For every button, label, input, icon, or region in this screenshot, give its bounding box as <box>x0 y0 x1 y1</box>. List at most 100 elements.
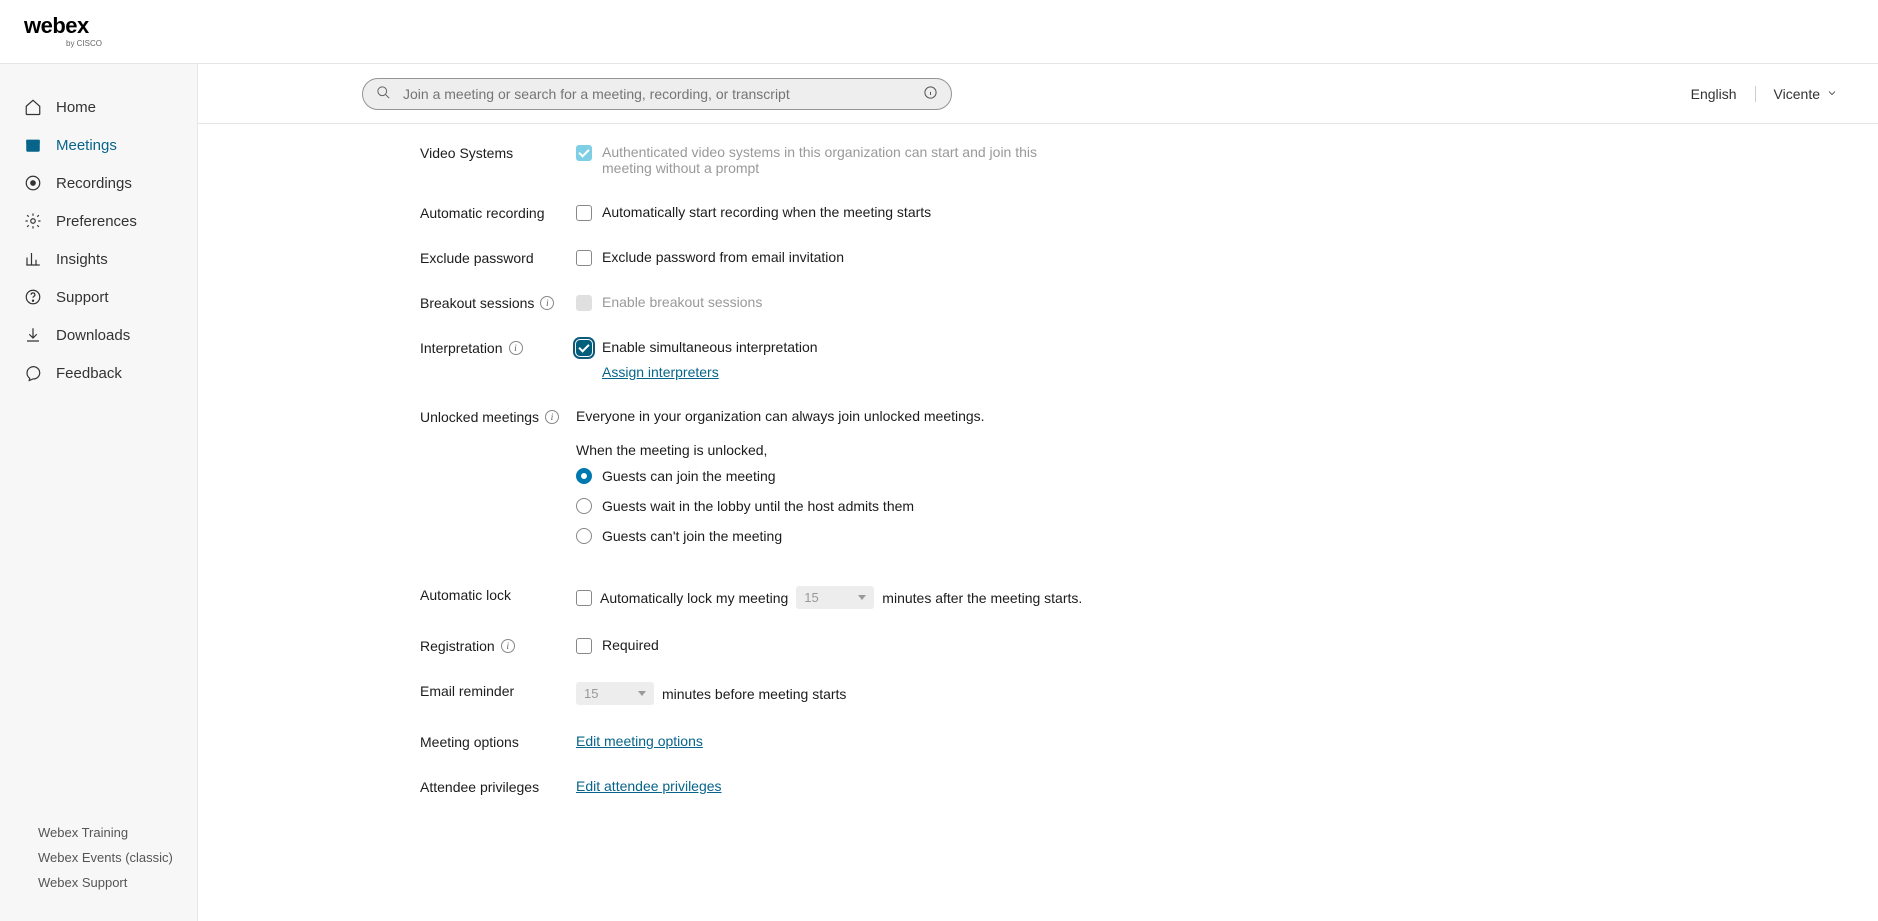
assign-interpreters-link[interactable]: Assign interpreters <box>602 364 719 380</box>
sidebar-footer: Webex Training Webex Events (classic) We… <box>0 808 197 921</box>
info-icon[interactable]: i <box>509 341 523 355</box>
sidebar-item-meetings[interactable]: Meetings <box>0 126 197 164</box>
radio-input <box>576 468 592 484</box>
sidebar-item-preferences[interactable]: Preferences <box>0 202 197 240</box>
setting-attendee-privileges: Attendee privileges Edit attendee privil… <box>420 778 1838 795</box>
label-registration: Registration i <box>420 637 576 654</box>
radio-guests-blocked[interactable]: Guests can't join the meeting <box>576 528 1838 544</box>
subheader-right: English Vicente <box>1691 86 1838 102</box>
chevron-down-icon <box>638 691 646 696</box>
checkbox-breakout <box>576 295 592 311</box>
sidebar-label: Meetings <box>56 137 117 154</box>
sidebar: Home Meetings Recordings Preferences <box>0 64 198 921</box>
info-icon[interactable]: i <box>540 296 554 310</box>
help-icon <box>24 288 42 306</box>
sidebar-nav: Home Meetings Recordings Preferences <box>0 64 197 808</box>
desc-exclude-password: Exclude password from email invitation <box>602 249 844 265</box>
search-container <box>362 78 952 110</box>
calendar-icon <box>24 136 42 154</box>
info-icon[interactable]: i <box>545 410 559 424</box>
radio-input <box>576 528 592 544</box>
setting-auto-lock: Automatic lock Automatically lock my mee… <box>420 586 1838 609</box>
setting-interpretation: Interpretation i Enable simultaneous int… <box>420 339 1838 380</box>
edit-meeting-options-link[interactable]: Edit meeting options <box>576 733 703 749</box>
auto-lock-minutes-select[interactable]: 15 <box>796 586 874 609</box>
sidebar-label: Insights <box>56 251 108 268</box>
chevron-down-icon <box>1826 86 1838 102</box>
label-email-reminder: Email reminder <box>420 682 576 699</box>
info-icon[interactable]: i <box>501 639 515 653</box>
footer-link-events[interactable]: Webex Events (classic) <box>38 845 173 870</box>
checkbox-exclude-password[interactable] <box>576 250 592 266</box>
email-reminder-post: minutes before meeting starts <box>662 686 846 702</box>
checkbox-interpretation[interactable] <box>576 340 592 356</box>
label-meeting-options: Meeting options <box>420 733 576 750</box>
setting-email-reminder: Email reminder 15 minutes before meeting… <box>420 682 1838 705</box>
checkbox-auto-recording[interactable] <box>576 205 592 221</box>
checkbox-auto-lock[interactable] <box>576 590 592 606</box>
auto-lock-post: minutes after the meeting starts. <box>882 590 1082 606</box>
sidebar-item-recordings[interactable]: Recordings <box>0 164 197 202</box>
record-icon <box>24 174 42 192</box>
subheader: English Vicente <box>198 64 1878 124</box>
edit-attendee-privileges-link[interactable]: Edit attendee privileges <box>576 778 722 794</box>
settings-body: Video Systems Authenticated video system… <box>198 124 1878 921</box>
sidebar-item-downloads[interactable]: Downloads <box>0 316 197 354</box>
email-reminder-select[interactable]: 15 <box>576 682 654 705</box>
logo-subtext: by CISCO <box>66 39 102 48</box>
user-menu[interactable]: Vicente <box>1774 86 1838 102</box>
language-selector[interactable]: English <box>1691 86 1737 102</box>
user-name: Vicente <box>1774 86 1820 102</box>
footer-link-training[interactable]: Webex Training <box>38 820 173 845</box>
desc-auto-recording: Automatically start recording when the m… <box>602 204 931 220</box>
setting-unlocked: Unlocked meetings i Everyone in your org… <box>420 408 1838 558</box>
radio-input <box>576 498 592 514</box>
label-exclude-password: Exclude password <box>420 249 576 266</box>
setting-exclude-password: Exclude password Exclude password from e… <box>420 249 1838 266</box>
label-video-systems: Video Systems <box>420 144 576 161</box>
desc-registration: Required <box>602 637 659 653</box>
label-auto-recording: Automatic recording <box>420 204 576 221</box>
label-auto-lock: Automatic lock <box>420 586 576 603</box>
label-attendee-privileges: Attendee privileges <box>420 778 576 795</box>
label-unlocked: Unlocked meetings i <box>420 408 576 425</box>
label-interpretation: Interpretation i <box>420 339 576 356</box>
auto-lock-pre: Automatically lock my meeting <box>600 590 788 606</box>
insights-icon <box>24 250 42 268</box>
gear-icon <box>24 212 42 230</box>
unlocked-when-text: When the meeting is unlocked, <box>576 442 1838 458</box>
setting-breakout: Breakout sessions i Enable breakout sess… <box>420 294 1838 311</box>
logo: webex <box>24 15 102 37</box>
chevron-down-icon <box>858 595 866 600</box>
desc-video-systems: Authenticated video systems in this orga… <box>602 144 1062 176</box>
setting-auto-recording: Automatic recording Automatically start … <box>420 204 1838 221</box>
top-header: webex by CISCO <box>0 0 1878 64</box>
radio-guests-lobby[interactable]: Guests wait in the lobby until the host … <box>576 498 1838 514</box>
setting-registration: Registration i Required <box>420 637 1838 654</box>
sidebar-item-home[interactable]: Home <box>0 88 197 126</box>
info-icon[interactable] <box>923 85 938 103</box>
sidebar-label: Support <box>56 289 109 306</box>
footer-link-support[interactable]: Webex Support <box>38 870 173 895</box>
sidebar-label: Feedback <box>56 365 122 382</box>
setting-meeting-options: Meeting options Edit meeting options <box>420 733 1838 750</box>
search-input[interactable] <box>362 78 952 110</box>
sidebar-label: Downloads <box>56 327 130 344</box>
chat-icon <box>24 364 42 382</box>
sidebar-item-insights[interactable]: Insights <box>0 240 197 278</box>
sidebar-item-support[interactable]: Support <box>0 278 197 316</box>
sidebar-label: Recordings <box>56 175 132 192</box>
unlocked-radio-group: Guests can join the meeting Guests wait … <box>576 468 1838 544</box>
sidebar-item-feedback[interactable]: Feedback <box>0 354 197 392</box>
setting-video-systems: Video Systems Authenticated video system… <box>420 144 1838 176</box>
desc-breakout: Enable breakout sessions <box>602 294 762 310</box>
sidebar-label: Preferences <box>56 213 137 230</box>
divider <box>1755 86 1756 102</box>
checkbox-registration[interactable] <box>576 638 592 654</box>
sidebar-label: Home <box>56 99 96 116</box>
label-breakout: Breakout sessions i <box>420 294 576 311</box>
logo-block: webex by CISCO <box>24 15 102 48</box>
radio-guests-join[interactable]: Guests can join the meeting <box>576 468 1838 484</box>
desc-interpretation: Enable simultaneous interpretation <box>602 339 818 355</box>
search-icon <box>376 85 391 103</box>
